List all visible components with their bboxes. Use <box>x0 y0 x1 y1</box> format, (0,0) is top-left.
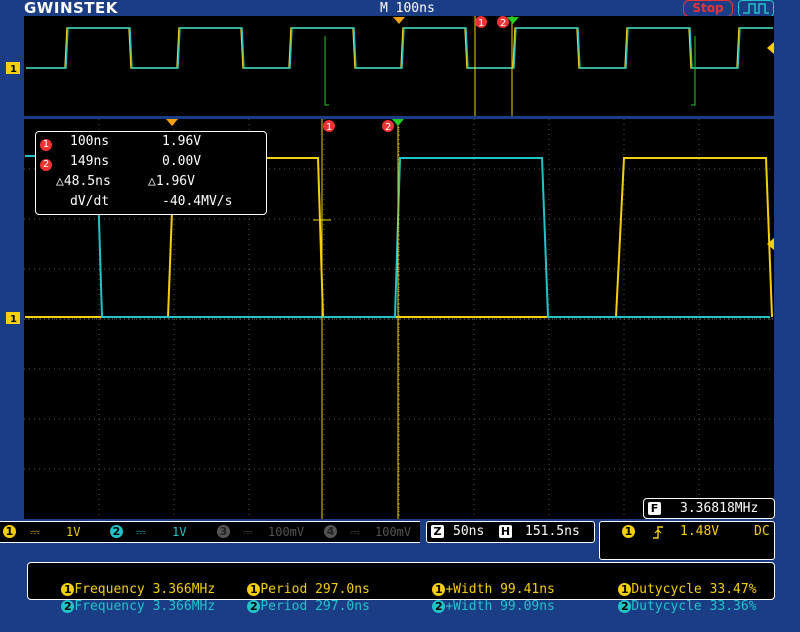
trigger-level-marker-zoom <box>767 42 774 54</box>
ch2-frequency: Frequency 3.366MHz <box>74 599 216 614</box>
horizontal-position-icon: H <box>499 525 512 538</box>
trigger-coupling: DC <box>754 524 770 539</box>
frequency-counter-icon: F <box>648 502 661 515</box>
horizontal-position: 151.5ns <box>525 524 580 539</box>
trigger-level: 1.48V <box>680 524 720 539</box>
cursor-1-volt: 1.96V <box>162 134 202 149</box>
ch1-ground-label: 1 <box>10 314 17 325</box>
cursor-1-time: 100ns <box>70 134 110 149</box>
ch3-badge[interactable]: 3 <box>217 525 230 538</box>
trigger-level-marker <box>767 238 774 250</box>
zoom-ch2-trace <box>26 27 773 69</box>
ch2-period: Period 297.0ns <box>260 599 370 614</box>
cursor-2-time: 149ns <box>70 154 110 169</box>
cursor-delta-volt: △1.96V <box>148 174 195 189</box>
ch2-coupling-icon: ⎓ <box>136 525 146 539</box>
trigger-position-marker <box>166 119 178 126</box>
cursor-readout-panel: 1 100ns 1.96V 2 149ns 0.00V △48.5ns △1.9… <box>35 131 267 215</box>
trigger-position-marker-top <box>393 17 405 24</box>
slope-value: -40.4MV/s <box>162 194 233 209</box>
ch1-badge[interactable]: 1 <box>3 525 16 538</box>
measurement-panel: 1 Frequency 3.366MHz 1 Period 297.0ns 1 +Wi… <box>27 562 775 614</box>
cursor-marker-label: 2 <box>385 122 391 133</box>
rising-edge-icon <box>653 526 663 539</box>
cursor-1-badge: 1 <box>40 134 52 154</box>
cursor-2-volt: 0.00V <box>162 154 202 169</box>
meas-row-2: 2 Frequency 3.366MHz <box>30 581 215 632</box>
ch2-scale: 1V <box>172 525 187 539</box>
meas-row-2-width: 2 +Width 99.09ns <box>401 581 555 632</box>
ch3-scale: 100mV <box>268 525 305 539</box>
meas-row-2-duty: 2 Dutycycle 33.36% <box>587 581 757 632</box>
zoom-ch1-trace <box>26 27 773 69</box>
frequency-counter-value: 3.36818MHz <box>680 501 759 516</box>
trigger-source-badge: 1 <box>622 525 635 538</box>
zoom-window-left <box>324 36 329 106</box>
zoom-waveforms <box>26 16 773 116</box>
ch4-scale: 100mV <box>375 525 412 539</box>
zoom-z-icon: Z <box>431 525 444 538</box>
ch3-coupling-icon: ⎓ <box>243 525 253 539</box>
cursor-marker-label: 1 <box>326 122 332 133</box>
zoom-settings[interactable]: Z 50ns H 151.5ns <box>426 521 595 543</box>
meas-row-2-period: 2 Period 297.0ns <box>216 581 370 632</box>
channel-status-bar: 1 ⎓ 1V 2 ⎓ 1V 3 ⎓ 100mV 4 ⎓ 100mV <box>0 521 420 543</box>
ch4-coupling-icon: ⎓ <box>350 525 360 539</box>
cursor-2-badge: 2 <box>40 154 52 174</box>
zoom-scale: 50ns <box>453 524 485 539</box>
cursor-delta-time: △48.5ns <box>56 174 111 189</box>
frequency-counter: F 3.36818MHz <box>643 498 775 519</box>
cursor-marker-label: 1 <box>478 18 484 29</box>
ch2-badge[interactable]: 2 <box>110 525 123 538</box>
cursor-marker-label: 2 <box>500 18 506 29</box>
ch1-coupling-icon: ⎓ <box>30 525 40 539</box>
trigger-settings[interactable]: 1 1.48V DC <box>599 521 775 560</box>
slope-label: dV/dt <box>70 194 110 209</box>
ch4-badge[interactable]: 4 <box>324 525 337 538</box>
ch1-scale: 1V <box>66 525 81 539</box>
ch1-ground-label: 1 <box>10 64 17 75</box>
ch2-width: +Width 99.09ns <box>445 599 555 614</box>
ch2-dutycycle: Dutycycle 33.36% <box>631 599 757 614</box>
